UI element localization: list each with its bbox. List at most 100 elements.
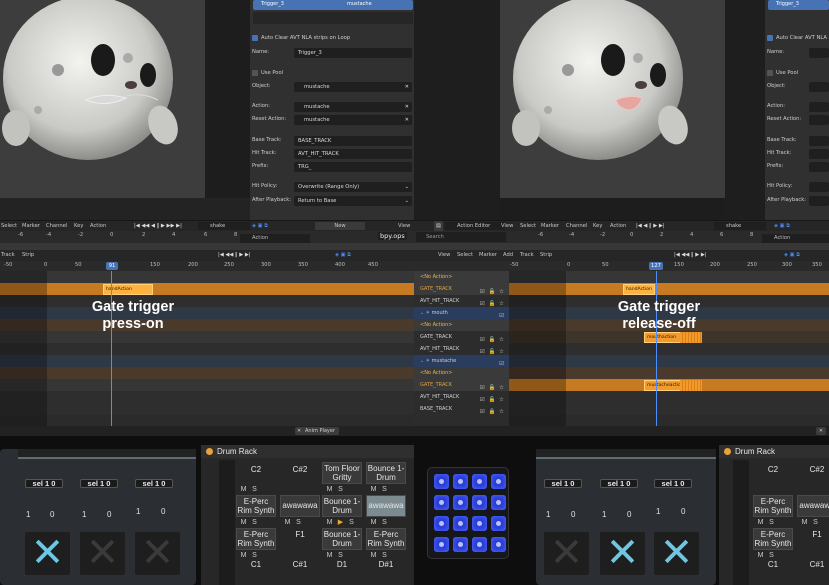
menu-marker[interactable]: Marker [479, 250, 497, 261]
drum-pad[interactable]: D1 [322, 560, 362, 569]
anim-player-button[interactable]: ✕ Anim Player [295, 427, 339, 435]
clear-icon[interactable]: ✕ [405, 102, 409, 112]
sel-box[interactable]: sel 1 0 [80, 479, 118, 488]
toggle-x[interactable]: ✕ [654, 532, 699, 575]
hit-policy-dropdown[interactable]: Overwrite (Range Only) ⌄ [294, 182, 412, 192]
track-hit[interactable]: AVT_HIT_TRACK ☑ 🔓 ☆ [414, 343, 509, 355]
drum-pad[interactable]: awawawa [366, 501, 406, 510]
track-no-action[interactable]: <No Action> [414, 319, 509, 331]
launchpad-button[interactable] [434, 474, 449, 489]
hit-track-field[interactable]: AVT_HIT_TRACK [294, 149, 412, 159]
new-action-button[interactable]: New [315, 222, 365, 230]
menu-add[interactable]: Add [503, 250, 513, 261]
reset-action-field[interactable]: mustache ✕ [294, 115, 412, 125]
mute-solo[interactable]: MS [239, 518, 279, 527]
mute-solo[interactable]: MS [325, 551, 365, 560]
mute-button[interactable]: M [325, 485, 334, 494]
sel-box[interactable]: sel 1 0 [25, 479, 63, 488]
mute-button[interactable]: M [756, 518, 765, 527]
drum-pad[interactable]: awawawa [797, 501, 829, 510]
toggle-x[interactable]: ✕ [544, 532, 589, 575]
launchpad-button[interactable] [491, 474, 506, 489]
track-hit[interactable]: AVT_HIT_TRACK ☑ 🔓 ☆ [414, 391, 509, 403]
launchpad-button[interactable] [434, 495, 449, 510]
mute-solo[interactable]: MS [756, 551, 796, 560]
solo-button[interactable]: S [380, 518, 389, 527]
drum-pad[interactable]: E-Perc Rim Synth [236, 530, 276, 548]
sel-box[interactable]: sel 1 0 [600, 479, 638, 488]
mute-solo[interactable]: MS [756, 518, 796, 527]
toggle-x[interactable]: ✕ [600, 532, 645, 575]
reset-action-field[interactable] [809, 115, 829, 125]
filter-icon[interactable]: ◈ ▣ ⧉ [335, 250, 351, 261]
drum-pad[interactable]: C2 [753, 465, 793, 474]
base-track-field[interactable]: BASE_TRACK [294, 136, 412, 146]
mute-button[interactable]: M [369, 485, 378, 494]
menu-strip[interactable]: Strip [22, 250, 34, 261]
solo-button[interactable]: S [811, 518, 820, 527]
playhead-line[interactable] [656, 271, 657, 426]
drum-pad[interactable]: C#1 [797, 560, 829, 569]
launchpad-button[interactable] [472, 474, 487, 489]
mute-button[interactable]: M [239, 485, 248, 494]
drum-pad[interactable]: C1 [753, 560, 793, 569]
object-field[interactable] [809, 82, 829, 92]
launchpad-button[interactable] [453, 474, 468, 489]
close-icon[interactable]: ✕ [816, 427, 826, 435]
solo-button[interactable]: S [380, 485, 389, 494]
mute-button[interactable]: M [325, 518, 334, 527]
launchpad-button[interactable] [491, 537, 506, 552]
mute-button[interactable]: M [369, 518, 378, 527]
pad-overview[interactable] [733, 460, 749, 585]
menu-strip[interactable]: Strip [540, 250, 552, 261]
launchpad-button[interactable] [453, 495, 468, 510]
drum-pad[interactable]: C#2 [280, 465, 320, 474]
action-selector[interactable]: shake [714, 222, 766, 230]
mute-button[interactable]: M [239, 518, 248, 527]
after-playback-dropdown[interactable] [809, 196, 829, 206]
menu-track[interactable]: Track [1, 250, 15, 261]
after-playback-dropdown[interactable]: Return to Base ⌄ [294, 196, 412, 206]
launchpad-button[interactable] [434, 537, 449, 552]
action-small-field[interactable]: Action [240, 234, 310, 243]
menu-view[interactable]: View [438, 250, 450, 261]
mute-button[interactable]: M [283, 518, 292, 527]
3d-viewport[interactable] [0, 0, 205, 198]
sel-box[interactable]: sel 1 0 [544, 479, 582, 488]
solo-button[interactable]: S [767, 518, 776, 527]
action-editor-selector[interactable]: Action Editor [445, 222, 505, 230]
track-no-action[interactable]: <No Action> [414, 367, 509, 379]
playhead-frame-label[interactable]: 127 [649, 262, 663, 270]
launchpad-button[interactable] [491, 516, 506, 531]
launchpad-button[interactable] [472, 537, 487, 552]
base-track-field[interactable] [809, 136, 829, 146]
playhead-line[interactable] [111, 271, 112, 426]
drum-pad[interactable]: Bounce 1-Drum [322, 530, 362, 548]
menu-select[interactable]: Select [457, 250, 473, 261]
mute-button[interactable]: M [756, 551, 765, 560]
list-scrollbar[interactable] [253, 12, 413, 24]
filter-icon[interactable]: ◈ ▣ ⧉ [784, 250, 800, 261]
toggle-x[interactable]: ✕ [80, 532, 125, 575]
mute-button[interactable]: M [239, 551, 248, 560]
mute-solo[interactable]: MS [369, 518, 409, 527]
drum-pad[interactable]: F1 [797, 530, 829, 539]
mute-solo[interactable]: MS [369, 551, 409, 560]
launchpad-button[interactable] [453, 537, 468, 552]
nla-playback-icon[interactable]: |◀ ◀◀ ‖ ▶ ▶| [674, 250, 707, 261]
drum-pad[interactable]: C#1 [280, 560, 320, 569]
action-field[interactable]: mustache ✕ [294, 102, 412, 112]
mute-solo[interactable]: M ▶ S [325, 518, 365, 527]
object-mouth[interactable]: ⌄ ✶ mouth ☑ [414, 307, 509, 319]
search-field[interactable]: Search [416, 232, 506, 242]
drum-pad[interactable]: C#2 [797, 465, 829, 474]
solo-button[interactable]: S [336, 485, 345, 494]
drum-pad[interactable]: Bounce 1-Drum [322, 497, 362, 515]
track-base[interactable]: BASE_TRACK ☑ 🔒 ☆ [414, 403, 509, 415]
drum-pad[interactable]: Bounce 1-Drum [366, 464, 406, 482]
drum-pad[interactable]: C1 [236, 560, 276, 569]
object-mustache[interactable]: ⌄ ✶ mustache ☑ [414, 355, 509, 367]
hit-track-field[interactable] [809, 149, 829, 159]
mute-solo[interactable]: MS [325, 485, 365, 494]
nla-editor[interactable]: handAction Gate trigger press-on [0, 271, 415, 426]
